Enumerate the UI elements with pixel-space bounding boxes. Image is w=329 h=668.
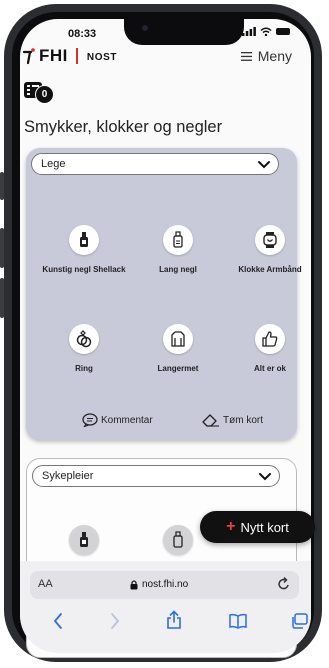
logo-text: FHI xyxy=(39,46,68,65)
status-icons xyxy=(242,27,290,36)
status-time: 08:33 xyxy=(68,28,97,40)
logo-divider xyxy=(75,48,78,64)
clear-card-label: Tøm kort xyxy=(223,414,263,426)
comment-icon xyxy=(82,413,98,427)
item-label: Kunstig negl Shellack xyxy=(42,265,126,274)
address-bar[interactable]: AA nost.fhi.no xyxy=(30,571,299,599)
item-langermet[interactable]: Langermet xyxy=(133,324,223,375)
menu-button[interactable]: Meny xyxy=(240,48,292,64)
item-kunstig-negl-2[interactable] xyxy=(39,525,129,555)
item-label: Alt er ok xyxy=(253,364,286,373)
mute-switch xyxy=(0,172,4,200)
item-klokke-armband[interactable]: Klokke Armbånd xyxy=(225,225,315,276)
nail-polish-icon xyxy=(69,525,99,555)
item-label: Langermet xyxy=(157,364,199,373)
notch xyxy=(124,19,244,45)
back-icon[interactable] xyxy=(52,612,64,635)
item-alt-er-ok[interactable]: Alt er ok xyxy=(225,324,315,375)
chevron-down-icon xyxy=(257,468,273,487)
chevron-down-icon xyxy=(256,156,272,175)
item-label: Ring xyxy=(75,364,93,373)
new-card-button[interactable]: + Nytt kort xyxy=(200,511,315,543)
signal-icon xyxy=(242,27,256,36)
item-ring[interactable]: Ring xyxy=(39,324,129,375)
long-sleeve-icon xyxy=(163,324,193,354)
text-size-button[interactable]: AA xyxy=(38,578,53,590)
comment-button[interactable]: Kommentar xyxy=(82,413,153,427)
eraser-icon xyxy=(202,414,219,427)
wifi-icon xyxy=(260,27,272,36)
reload-icon[interactable] xyxy=(277,576,291,597)
card-counter-button[interactable]: 0 xyxy=(24,82,54,106)
role-select[interactable]: Lege xyxy=(31,153,279,175)
hamburger-icon xyxy=(240,51,252,61)
item-kunstig-negl[interactable]: Kunstig negl Shellack xyxy=(39,225,129,276)
site-header: FHI NOST Meny xyxy=(22,46,292,72)
item-label: Klokke Armbånd xyxy=(238,265,302,274)
nail-polish-icon xyxy=(69,225,99,255)
comment-label: Kommentar xyxy=(101,414,153,426)
forward-icon[interactable] xyxy=(109,612,121,635)
page-title: Smykker, klokker og negler xyxy=(24,118,223,136)
watch-icon xyxy=(255,225,285,255)
role-card-1: Lege Kunstig negl Shellack Lang negl Klo… xyxy=(26,148,302,440)
camera xyxy=(142,25,148,31)
logo-subtitle: NOST xyxy=(86,52,118,63)
thumbs-up-icon xyxy=(255,324,285,354)
role-select-value: Sykepleier xyxy=(42,470,94,482)
volume-up-button xyxy=(0,228,4,268)
role-select-2[interactable]: Sykepleier xyxy=(32,465,280,487)
battery-icon xyxy=(276,28,290,35)
card-count-badge: 0 xyxy=(35,85,54,104)
new-card-label: Nytt kort xyxy=(240,519,289,535)
item-lang-negl[interactable]: Lang negl xyxy=(133,225,223,276)
role-select-value: Lege xyxy=(41,158,66,170)
item-label: Lang negl xyxy=(159,265,197,274)
lock-icon xyxy=(130,579,138,589)
fhi-logo-icon xyxy=(22,48,35,65)
bookmarks-icon[interactable] xyxy=(228,613,248,634)
volume-down-button xyxy=(0,278,4,318)
long-nail-icon xyxy=(163,525,193,555)
url-display[interactable]: nost.fhi.no xyxy=(130,579,188,590)
plus-icon: + xyxy=(226,518,236,535)
ring-icon xyxy=(69,324,99,354)
share-icon[interactable] xyxy=(166,610,182,635)
tabs-icon[interactable] xyxy=(290,613,308,634)
url-text: nost.fhi.no xyxy=(142,579,189,590)
fhi-logo[interactable]: FHI NOST xyxy=(22,46,117,66)
clear-card-button[interactable]: Tøm kort xyxy=(202,413,263,427)
long-nail-icon xyxy=(163,225,193,255)
menu-label: Meny xyxy=(257,48,292,64)
